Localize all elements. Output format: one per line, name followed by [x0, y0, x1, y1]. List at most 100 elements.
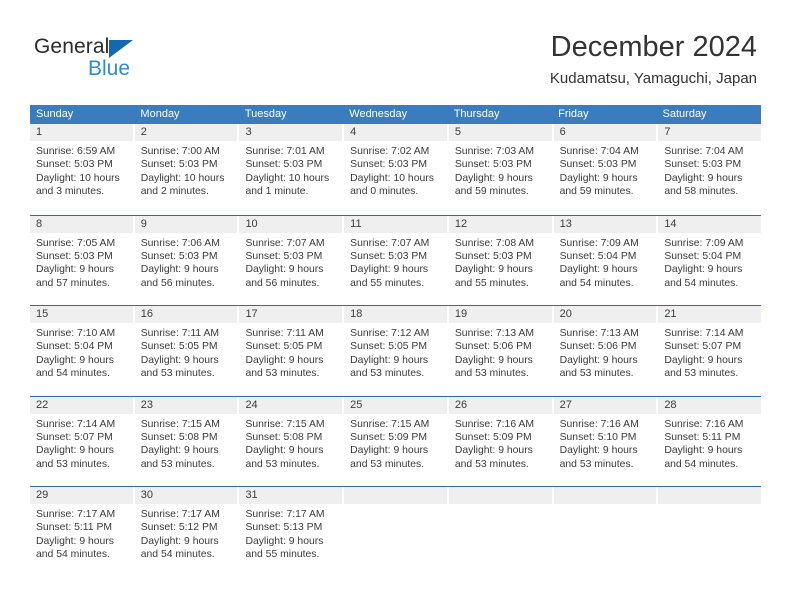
day-cell[interactable]: 10 Sunrise: 7:07 AM Sunset: 5:03 PM Dayl…	[239, 215, 345, 305]
sunset-text: Sunset: 5:04 PM	[36, 341, 113, 353]
sunset-text: Sunset: 5:03 PM	[245, 250, 323, 262]
sunrise-text: Sunrise: 7:13 AM	[559, 328, 639, 339]
day-cell[interactable]: 26 Sunrise: 7:16 AM Sunset: 5:09 PM Dayl…	[448, 396, 554, 486]
day-cell[interactable]: 17 Sunrise: 7:11 AM Sunset: 5:05 PM Dayl…	[239, 306, 345, 396]
sunset-text: Sunset: 5:11 PM	[36, 522, 113, 534]
sunset-text: Sunset: 5:08 PM	[140, 431, 218, 443]
sunrise-text: Sunrise: 7:07 AM	[245, 237, 325, 249]
sunset-text: Sunset: 5:06 PM	[454, 341, 532, 353]
day-cell[interactable]: 18 Sunrise: 7:12 AM Sunset: 5:05 PM Dayl…	[344, 306, 449, 396]
day-number: 8	[30, 215, 133, 233]
sunrise-text: Sunrise: 7:03 AM	[454, 146, 535, 157]
daylight-text-line2: and 54 minutes.	[36, 549, 110, 561]
day-number: 23	[134, 396, 238, 414]
daylight-text-line2: and 53 minutes.	[36, 458, 110, 470]
day-details: Sunrise: 7:14 AM Sunset: 5:07 PM Dayligh…	[658, 323, 762, 381]
daylight-text-line1: Daylight: 9 hours	[454, 264, 533, 276]
day-number: 27	[553, 396, 657, 414]
day-number: 21	[658, 306, 762, 323]
daylight-text-line1: Daylight: 9 hours	[350, 354, 429, 366]
week-row: 1 Sunrise: 6:59 AM Sunset: 5:03 PM Dayli…	[30, 124, 762, 215]
day-cell[interactable]: 8 Sunrise: 7:05 AM Sunset: 5:03 PM Dayli…	[30, 215, 135, 305]
day-details	[344, 504, 447, 508]
day-cell[interactable]: 31 Sunrise: 7:17 AM Sunset: 5:13 PM Dayl…	[239, 487, 345, 577]
day-cell[interactable]: 14 Sunrise: 7:09 AM Sunset: 5:04 PM Dayl…	[658, 215, 762, 306]
day-number	[448, 487, 552, 504]
day-cell[interactable]: 11 Sunrise: 7:07 AM Sunset: 5:03 PM Dayl…	[344, 215, 449, 305]
sunrise-text: Sunrise: 7:11 AM	[140, 328, 220, 339]
page-header: General Blue December 2024 Kudamatsu, Ya…	[0, 0, 792, 100]
day-number: 18	[344, 306, 447, 323]
day-cell[interactable]: 4 Sunrise: 7:02 AM Sunset: 5:03 PM Dayli…	[344, 124, 449, 215]
day-number: 26	[448, 396, 552, 414]
day-cell[interactable]: 28 Sunrise: 7:16 AM Sunset: 5:11 PM Dayl…	[658, 396, 762, 487]
sunrise-text: Sunrise: 7:11 AM	[245, 328, 324, 339]
day-cell[interactable]: 2 Sunrise: 7:00 AM Sunset: 5:03 PM Dayli…	[134, 124, 240, 215]
general-blue-logo[interactable]: General Blue	[34, 36, 214, 88]
day-cell[interactable]: 16 Sunrise: 7:11 AM Sunset: 5:05 PM Dayl…	[134, 306, 240, 396]
day-details: Sunrise: 7:00 AM Sunset: 5:03 PM Dayligh…	[134, 141, 238, 199]
daylight-text-line2: and 0 minutes.	[350, 186, 419, 198]
day-cell[interactable]: 9 Sunrise: 7:06 AM Sunset: 5:03 PM Dayli…	[134, 215, 240, 305]
day-cell[interactable]: 24 Sunrise: 7:15 AM Sunset: 5:08 PM Dayl…	[239, 396, 345, 486]
day-details: Sunrise: 7:10 AM Sunset: 5:04 PM Dayligh…	[30, 323, 133, 381]
sunset-text: Sunset: 5:05 PM	[245, 341, 323, 353]
day-cell[interactable]: 23 Sunrise: 7:15 AM Sunset: 5:08 PM Dayl…	[134, 396, 240, 486]
day-details	[448, 504, 552, 508]
day-cell[interactable]: 15 Sunrise: 7:10 AM Sunset: 5:04 PM Dayl…	[30, 306, 135, 396]
day-cell[interactable]: 13 Sunrise: 7:09 AM Sunset: 5:04 PM Dayl…	[553, 215, 659, 305]
weekday-header-friday: Friday	[558, 108, 589, 120]
day-cell[interactable]: 27 Sunrise: 7:16 AM Sunset: 5:10 PM Dayl…	[553, 396, 659, 486]
sunrise-text: Sunrise: 7:10 AM	[36, 328, 116, 339]
day-cell[interactable]: 7 Sunrise: 7:04 AM Sunset: 5:03 PM Dayli…	[658, 124, 762, 215]
calendar-grid: Sunday Monday Tuesday Wednesday Thursday…	[30, 105, 762, 577]
day-details: Sunrise: 7:06 AM Sunset: 5:03 PM Dayligh…	[134, 232, 238, 291]
day-number	[658, 487, 762, 504]
day-cell[interactable]: 3 Sunrise: 7:01 AM Sunset: 5:03 PM Dayli…	[239, 124, 345, 215]
daylight-text-line1: Daylight: 9 hours	[454, 445, 533, 457]
sunset-text: Sunset: 5:03 PM	[140, 250, 218, 262]
weekday-header-row: Sunday Monday Tuesday Wednesday Thursday…	[30, 105, 761, 124]
daylight-text-line2: and 55 minutes.	[454, 277, 529, 289]
day-number: 6	[553, 124, 657, 141]
sunset-text: Sunset: 5:07 PM	[36, 431, 113, 443]
day-details: Sunrise: 7:08 AM Sunset: 5:03 PM Dayligh…	[448, 232, 552, 291]
day-details: Sunrise: 7:05 AM Sunset: 5:03 PM Dayligh…	[30, 232, 133, 291]
day-cell[interactable]: 30 Sunrise: 7:17 AM Sunset: 5:12 PM Dayl…	[134, 487, 240, 577]
day-number: 16	[134, 306, 238, 323]
daylight-text-line2: and 55 minutes.	[350, 277, 425, 289]
day-cell[interactable]: 22 Sunrise: 7:14 AM Sunset: 5:07 PM Dayl…	[30, 396, 135, 486]
day-details: Sunrise: 7:14 AM Sunset: 5:07 PM Dayligh…	[30, 413, 133, 472]
daylight-text-line1: Daylight: 9 hours	[140, 354, 219, 366]
daylight-text-line2: and 56 minutes.	[140, 277, 215, 289]
sunrise-text: Sunrise: 7:14 AM	[664, 328, 744, 339]
sunrise-text: Sunrise: 7:04 AM	[664, 146, 744, 157]
sunrise-text: Sunrise: 7:09 AM	[664, 237, 744, 249]
calendar-page: General Blue December 2024 Kudamatsu, Ya…	[0, 0, 792, 612]
day-details: Sunrise: 7:04 AM Sunset: 5:03 PM Dayligh…	[553, 141, 657, 199]
daylight-text-line2: and 59 minutes.	[454, 186, 529, 198]
day-cell[interactable]: 19 Sunrise: 7:13 AM Sunset: 5:06 PM Dayl…	[448, 306, 554, 396]
sunset-text: Sunset: 5:05 PM	[350, 341, 427, 353]
daylight-text-line2: and 54 minutes.	[664, 458, 739, 470]
daylight-text-line2: and 54 minutes.	[559, 277, 634, 289]
day-cell[interactable]: 21 Sunrise: 7:14 AM Sunset: 5:07 PM Dayl…	[658, 306, 762, 396]
sunset-text: Sunset: 5:03 PM	[454, 250, 532, 262]
day-cell[interactable]: 20 Sunrise: 7:13 AM Sunset: 5:06 PM Dayl…	[553, 306, 659, 396]
daylight-text-line1: Daylight: 9 hours	[454, 172, 533, 184]
sunrise-text: Sunrise: 7:16 AM	[664, 418, 744, 430]
daylight-text-line2: and 53 minutes.	[664, 368, 739, 380]
day-cell[interactable]: 12 Sunrise: 7:08 AM Sunset: 5:03 PM Dayl…	[448, 215, 554, 305]
weekday-header-tuesday: Tuesday	[244, 108, 287, 120]
day-cell[interactable]: 5 Sunrise: 7:03 AM Sunset: 5:03 PM Dayli…	[448, 124, 554, 215]
daylight-text-line1: Daylight: 9 hours	[350, 445, 429, 457]
daylight-text-line1: Daylight: 9 hours	[36, 354, 114, 366]
day-cell[interactable]: 25 Sunrise: 7:15 AM Sunset: 5:09 PM Dayl…	[344, 396, 449, 486]
day-details: Sunrise: 7:04 AM Sunset: 5:03 PM Dayligh…	[658, 141, 762, 199]
day-cell[interactable]: 29 Sunrise: 7:17 AM Sunset: 5:11 PM Dayl…	[30, 487, 135, 577]
day-number: 12	[448, 215, 552, 233]
week-row: 29 Sunrise: 7:17 AM Sunset: 5:11 PM Dayl…	[30, 486, 762, 577]
day-cell[interactable]: 6 Sunrise: 7:04 AM Sunset: 5:03 PM Dayli…	[553, 124, 659, 215]
day-cell[interactable]: 1 Sunrise: 6:59 AM Sunset: 5:03 PM Dayli…	[30, 124, 135, 215]
daylight-text-line1: Daylight: 9 hours	[664, 445, 743, 457]
